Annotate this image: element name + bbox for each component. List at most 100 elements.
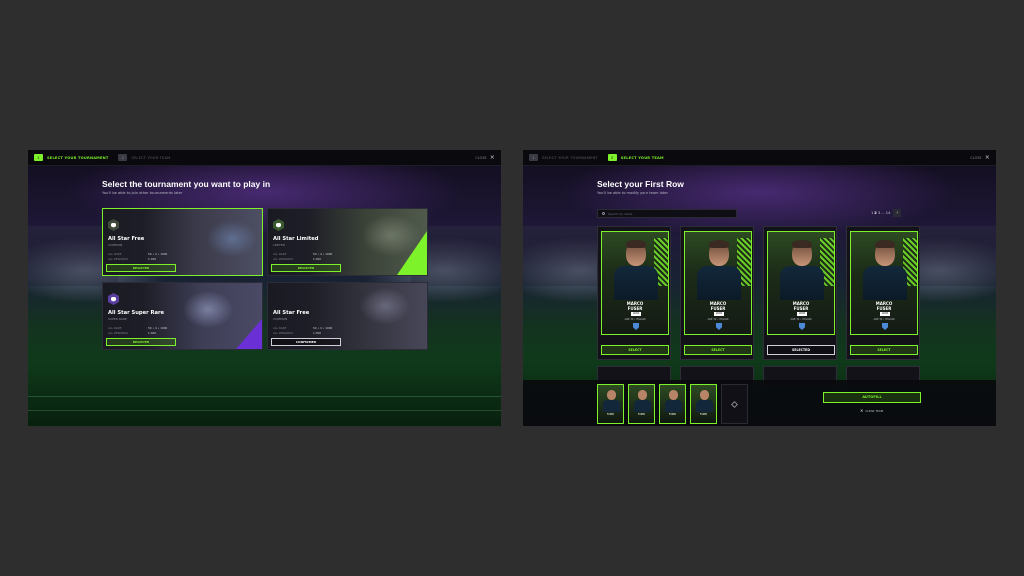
player-card[interactable]: MARCO FUSER LOCK AGE 32 • ITALIAN SELECT (597, 226, 671, 360)
next-page-button[interactable]: › (893, 209, 902, 217)
tournament-card[interactable]: All Star Free COMMON ALL RARE ALL REWARD… (102, 208, 263, 276)
select-button[interactable]: SELECT (684, 345, 752, 355)
tournament-card[interactable]: All Star Limited LIMITED ALL RARE ALL RE… (267, 208, 428, 276)
step-select-team[interactable]: 2 SELECT YOUR TEAM (607, 154, 664, 161)
step-select-team[interactable]: 2 SELECT YOUR TEAM (118, 154, 170, 161)
tournament-name: All Star Free (273, 310, 310, 316)
search-icon (602, 212, 605, 215)
player-hair (626, 240, 646, 248)
step-select-tournament[interactable]: 1 SELECT YOUR TOURNAMENT (529, 154, 598, 161)
tournament-meta: ALL REWARDS (108, 331, 129, 335)
selected-player-slot[interactable]: FUSER (659, 384, 686, 424)
tournament-meta: ALL RARE (273, 252, 287, 256)
close-icon: × (860, 408, 864, 413)
tournament-meta: ALL REWARDS (108, 257, 129, 261)
player-info: AGE 32 • ITALIAN (790, 318, 812, 321)
select-button[interactable]: SELECT (601, 345, 669, 355)
step-label: SELECT YOUR TOURNAMENT (542, 155, 598, 160)
tournament-stats: 1 000 (148, 257, 157, 261)
player-torso (697, 266, 741, 300)
player-hair (792, 240, 812, 248)
diamond-icon (730, 400, 739, 408)
player-name: MARCO FUSER (875, 301, 893, 311)
club-shield-icon (633, 323, 639, 330)
player-hair (709, 240, 729, 248)
player-card[interactable]: MARCO FUSER LOCK AGE 32 • ITALIAN SELECT (680, 226, 754, 360)
autofill-button[interactable]: AUTOFILL (823, 392, 921, 403)
register-button[interactable]: REGISTER (106, 338, 176, 346)
step-number: 2 (118, 154, 128, 161)
page-title: Select the tournament you want to play i… (102, 179, 271, 189)
tournament-tier: COMMON (108, 243, 123, 247)
tournament-stats: 50 • 4 • 1000 (313, 252, 333, 256)
search-input[interactable]: Search by name (597, 209, 737, 218)
pitch-line (28, 410, 501, 411)
player-card[interactable]: MARCO FUSER LOCK AGE 32 • ITALIAN SELECT (846, 226, 920, 360)
page-link[interactable]: 3 ... 14 (878, 211, 891, 215)
player-portrait: MARCO FUSER LOCK AGE 32 • ITALIAN (767, 231, 835, 335)
close-icon: × (984, 154, 990, 161)
clear-team-label: CLEAR TEAM (865, 408, 884, 413)
empty-player-slot[interactable] (721, 384, 748, 424)
register-button[interactable]: REGISTER (271, 264, 341, 272)
close-button[interactable]: CLOSE × (970, 154, 990, 161)
tournament-meta: ALL RARE (273, 326, 287, 330)
register-button[interactable]: REGISTER (106, 264, 176, 272)
selected-player-slot[interactable]: FUSER (690, 384, 717, 424)
page-link[interactable]: 1 (871, 211, 873, 215)
close-button[interactable]: CLOSE × (475, 154, 495, 161)
selected-player-slot[interactable]: FUSER (628, 384, 655, 424)
tournament-meta: ALL REWARDS (273, 257, 294, 261)
step-number: 1 (34, 154, 43, 161)
selected-button[interactable]: SELECTED (767, 345, 835, 355)
player-position: LOCK (880, 312, 890, 316)
tournament-meta: ALL RARE (108, 252, 122, 256)
tournament-stats: 1 000 (148, 331, 157, 335)
tournament-stats: 50 • 4 • 1000 (148, 326, 168, 330)
pitch-line (28, 396, 501, 397)
club-shield-icon (799, 323, 805, 330)
select-button[interactable]: SELECT (850, 345, 918, 355)
tier-icon (273, 219, 284, 231)
tournament-card[interactable]: All Star Super Rare SUPER RARE ALL RARE … (102, 282, 263, 350)
selected-player-slot[interactable]: FUSER (597, 384, 624, 424)
tournament-stats: 50 • 4 • 1000 (313, 326, 333, 330)
player-name: MARCO FUSER (626, 301, 644, 311)
tournament-card[interactable]: All Star Free COMMON ALL RARE ALL REWARD… (267, 282, 428, 350)
player-position: LOCK (631, 312, 641, 316)
player-card[interactable]: MARCO FUSER LOCK AGE 32 • ITALIAN SELECTE… (763, 226, 837, 360)
tournament-tier: COMMON (273, 317, 288, 321)
player-portrait: MARCO FUSER LOCK AGE 32 • ITALIAN (684, 231, 752, 335)
player-info: AGE 32 • ITALIAN (873, 318, 895, 321)
club-shield-icon (882, 323, 888, 330)
stadium-background (28, 166, 501, 426)
chevron-right-icon: › (896, 210, 899, 216)
pagination: 1 2 3 ... 14 › (871, 209, 902, 217)
tournament-selection-screen: 1 SELECT YOUR TOURNAMENT 2 SELECT YOUR T… (28, 150, 501, 426)
tier-icon (108, 219, 119, 231)
player-torso (863, 266, 907, 300)
player-hair (875, 240, 895, 248)
slot-label: FUSER (699, 413, 708, 416)
player-name: MARCO FUSER (709, 301, 727, 311)
tournament-meta: ALL RARE (108, 326, 122, 330)
step-select-tournament[interactable]: 1 SELECT YOUR TOURNAMENT (34, 154, 108, 161)
tournament-name: All Star Free (108, 236, 145, 242)
step-label: SELECT YOUR TOURNAMENT (47, 155, 109, 160)
player-name: MARCO FUSER (792, 301, 810, 311)
tournament-stats: 50 • 4 • 1000 (148, 252, 168, 256)
stepper-bar: 1 SELECT YOUR TOURNAMENT 2 SELECT YOUR T… (28, 150, 501, 166)
page-title: Select your First Row (597, 179, 684, 189)
team-selection-screen: 1 SELECT YOUR TOURNAMENT 2 SELECT YOUR T… (523, 150, 996, 426)
player-portrait: MARCO FUSER LOCK AGE 32 • ITALIAN (850, 231, 918, 335)
confirmed-button[interactable]: CONFIRMED (271, 338, 341, 346)
step-number: 1 (529, 154, 538, 161)
close-label: CLOSE (475, 155, 487, 160)
close-icon: × (489, 154, 495, 161)
slot-label: FUSER (637, 413, 646, 416)
player-position: LOCK (714, 312, 724, 316)
close-label: CLOSE (970, 155, 982, 160)
page-subtitle: You'll be able to modify your team later (597, 191, 668, 195)
page-current[interactable]: 2 (874, 211, 877, 215)
clear-team-button[interactable]: × CLEAR TEAM (860, 408, 883, 413)
